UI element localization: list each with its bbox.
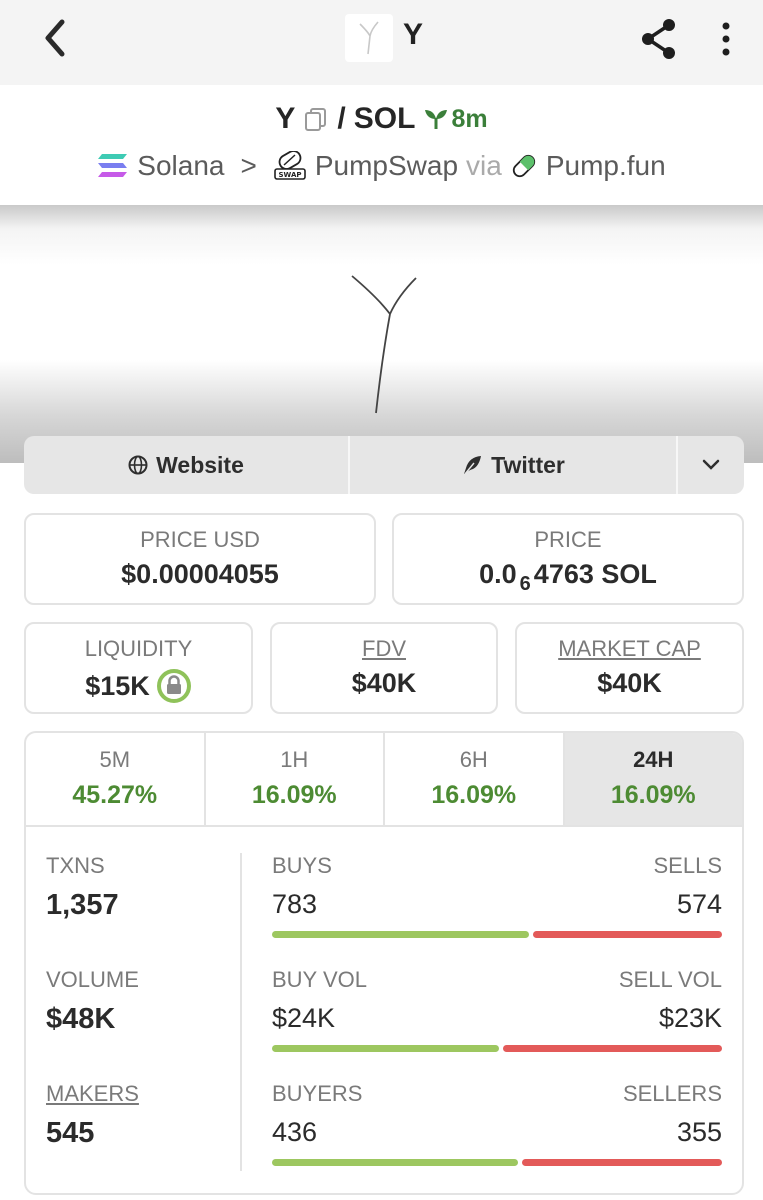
app-bar: Y bbox=[0, 0, 763, 85]
pair-age: 8m bbox=[423, 104, 488, 134]
sellers-label: SELLERS bbox=[622, 1081, 722, 1106]
buys-value: 783 bbox=[272, 889, 318, 919]
token-logo bbox=[345, 14, 393, 62]
feather-icon bbox=[464, 456, 482, 475]
buy-bar bbox=[272, 1045, 499, 1052]
back-icon[interactable] bbox=[32, 16, 76, 60]
seedling-icon bbox=[425, 110, 448, 129]
pair-age-value: 8m bbox=[451, 104, 488, 133]
price-label: PRICE bbox=[534, 527, 602, 552]
sell-bar bbox=[533, 931, 722, 938]
dex-name[interactable]: PumpSwap bbox=[315, 150, 458, 182]
liquidity-value: $15K bbox=[85, 670, 150, 701]
tab-6h[interactable]: 6H 16.09% bbox=[385, 733, 565, 825]
txns-label: TXNS bbox=[46, 853, 105, 878]
price-sol-box: PRICE 0.0 6 4763 SOL bbox=[392, 513, 744, 605]
fdv-label[interactable]: FDV bbox=[272, 636, 496, 662]
sell-bar bbox=[503, 1045, 722, 1052]
buys-sells-split: BUYS SELLS 783 574 bbox=[272, 853, 722, 967]
market-cap-label[interactable]: MARKET CAP bbox=[517, 636, 742, 662]
more-options-icon[interactable] bbox=[706, 16, 746, 62]
timeframe-tabs: 5M 45.27% 1H 16.09% 6H 16.09% 24H 16.09% bbox=[26, 733, 742, 827]
sellers-value: 355 bbox=[676, 1117, 722, 1147]
price-prefix: 0.0 bbox=[479, 559, 517, 589]
chain-name[interactable]: Solana bbox=[137, 150, 224, 182]
buy-sell-volume-split: BUY VOL SELL VOL $24K $23K bbox=[272, 967, 722, 1081]
tab-5m[interactable]: 5M 45.27% bbox=[26, 733, 206, 825]
totals-column: TXNS 1,357 VOLUME $48K MAKERS 545 bbox=[46, 853, 236, 1193]
buyers-sellers-split: BUYERS SELLERS 436 355 bbox=[272, 1081, 722, 1193]
copy-icon[interactable] bbox=[303, 106, 329, 132]
price-suffix: 4763 SOL bbox=[533, 559, 657, 589]
makers-label[interactable]: MAKERS bbox=[46, 1081, 236, 1107]
sells-label: SELLS bbox=[653, 853, 723, 878]
liquidity-label: LIQUIDITY bbox=[84, 636, 193, 661]
price-usd-label: PRICE USD bbox=[140, 527, 260, 552]
tab-change: 16.09% bbox=[610, 781, 696, 809]
launchpad-name[interactable]: Pump.fun bbox=[546, 150, 666, 182]
tab-change: 45.27% bbox=[72, 781, 158, 809]
volume-label: VOLUME bbox=[46, 967, 139, 992]
twitter-label: Twitter bbox=[491, 451, 565, 478]
tab-label: 5M bbox=[99, 747, 131, 772]
fdv-value: $40K bbox=[351, 668, 417, 698]
buyers-value: 436 bbox=[272, 1117, 318, 1147]
buy-bar bbox=[272, 1159, 518, 1166]
liquidity-box: LIQUIDITY $15K bbox=[24, 622, 253, 714]
buys-label: BUYS bbox=[272, 853, 332, 878]
share-icon[interactable] bbox=[637, 16, 683, 62]
market-cap-value: $40K bbox=[597, 668, 662, 698]
split-column: BUYS SELLS 783 574 BUY VOL SELL VOL $24K… bbox=[272, 853, 722, 1193]
chevron-down-icon bbox=[702, 459, 720, 470]
tab-24h[interactable]: 24H 16.09% bbox=[564, 733, 742, 825]
tab-1h[interactable]: 1H 16.09% bbox=[206, 733, 385, 825]
buy-vol-value: $24K bbox=[272, 1003, 336, 1033]
pair-header: Y / SOL 8m bbox=[0, 102, 763, 136]
pair-separator: / bbox=[337, 102, 346, 135]
price-usd-box: PRICE USD $0.00004055 bbox=[24, 513, 376, 605]
banner-logo-y bbox=[351, 275, 417, 414]
buys-sells-bar bbox=[272, 931, 722, 938]
buyers-bar bbox=[272, 1159, 722, 1166]
tab-label: 6H bbox=[459, 747, 488, 772]
sells-value: 574 bbox=[676, 889, 722, 919]
tab-change: 16.09% bbox=[431, 781, 517, 809]
twitter-link[interactable]: Twitter bbox=[350, 436, 678, 494]
pill-icon bbox=[512, 154, 535, 178]
tab-label: 1H bbox=[280, 747, 309, 772]
more-links-button[interactable] bbox=[678, 436, 744, 494]
pumpswap-icon: SWAP bbox=[274, 151, 306, 180]
sell-bar bbox=[522, 1159, 722, 1166]
quote-symbol: SOL bbox=[353, 102, 416, 135]
sell-vol-label: SELL VOL bbox=[618, 967, 722, 992]
social-links: Website Twitter bbox=[24, 436, 744, 494]
tab-change: 16.09% bbox=[251, 781, 337, 809]
buyers-label: BUYERS bbox=[272, 1081, 363, 1106]
volume-value: $48K bbox=[46, 1003, 116, 1035]
website-label: Website bbox=[156, 451, 244, 478]
chevron-right-icon: > bbox=[240, 150, 257, 181]
volume-bar bbox=[272, 1045, 722, 1052]
breadcrumb: Solana > SWAP PumpSwap via Pump.fun bbox=[0, 150, 763, 182]
market-cap-box[interactable]: MARKET CAP $40K bbox=[515, 622, 744, 714]
column-divider bbox=[240, 853, 242, 1171]
svg-text:SWAP: SWAP bbox=[278, 171, 301, 179]
price-subscript: 6 bbox=[519, 573, 531, 595]
txns-value: 1,357 bbox=[46, 889, 119, 921]
globe-icon bbox=[128, 455, 148, 475]
solana-icon bbox=[98, 154, 128, 177]
sell-vol-value: $23K bbox=[658, 1003, 722, 1033]
buy-vol-label: BUY VOL bbox=[272, 967, 367, 992]
lock-icon[interactable] bbox=[156, 668, 192, 704]
makers-value: 545 bbox=[46, 1117, 95, 1149]
timeframe-panel: 5M 45.27% 1H 16.09% 6H 16.09% 24H 16.09%… bbox=[24, 731, 744, 1195]
via-label: via bbox=[466, 150, 502, 181]
base-symbol: Y bbox=[275, 102, 296, 135]
fdv-box[interactable]: FDV $40K bbox=[270, 622, 498, 714]
app-bar-title: Y bbox=[403, 18, 424, 51]
price-usd-value: $0.00004055 bbox=[121, 559, 279, 589]
website-link[interactable]: Website bbox=[24, 436, 350, 494]
buy-bar bbox=[272, 931, 529, 938]
tab-label: 24H bbox=[633, 747, 674, 772]
